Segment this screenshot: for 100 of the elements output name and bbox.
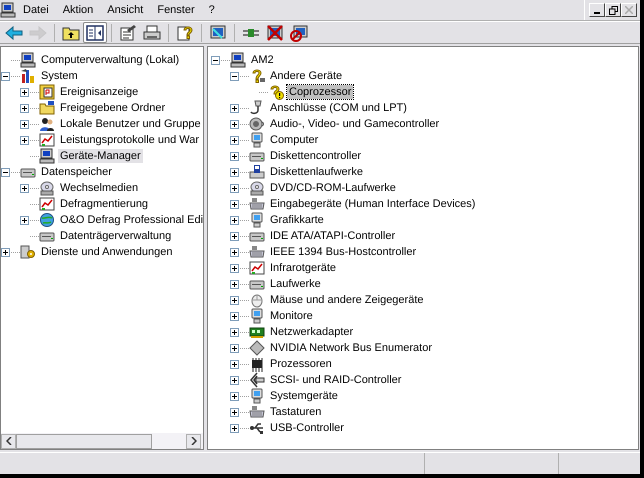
expand-box[interactable] xyxy=(1,248,10,256)
minimize-icon xyxy=(594,12,600,14)
expand-box[interactable] xyxy=(20,120,29,128)
collapse-box[interactable] xyxy=(1,72,10,80)
tree-item[interactable]: System xyxy=(39,69,80,83)
expand-box[interactable] xyxy=(20,136,29,144)
expand-box[interactable] xyxy=(230,120,239,128)
menu-item[interactable]: Ansicht xyxy=(100,1,150,19)
expand-box[interactable] xyxy=(20,216,29,224)
expand-box[interactable] xyxy=(230,200,239,208)
tree-item[interactable]: IDE ATA/ATAPI-Controller xyxy=(268,229,398,243)
expand-box[interactable] xyxy=(230,216,239,224)
expand-box[interactable] xyxy=(20,88,29,96)
tree-item[interactable]: Dienste und Anwendungen xyxy=(39,245,174,259)
menu-item[interactable]: Aktion xyxy=(56,1,100,19)
tree-item[interactable]: Lokale Benutzer und Gruppe xyxy=(58,117,203,131)
collapse-box[interactable] xyxy=(1,168,10,176)
tree-item[interactable]: Anschlüsse (COM und LPT) xyxy=(268,101,409,115)
horizontal-scrollbar[interactable] xyxy=(1,433,203,449)
help-icon xyxy=(175,24,195,42)
tree-item[interactable]: USB-Controller xyxy=(268,421,346,435)
expand-box[interactable] xyxy=(230,424,239,432)
expand-box[interactable] xyxy=(20,104,29,112)
tree-item[interactable]: Diskettencontroller xyxy=(268,149,364,163)
tree-item[interactable]: Ereignisanzeige xyxy=(58,85,140,99)
tree-item[interactable]: Laufwerke xyxy=(268,277,323,291)
tree-item[interactable]: Netzwerkadapter xyxy=(268,325,356,339)
keyboard-icon xyxy=(249,244,265,260)
expand-box[interactable] xyxy=(230,280,239,288)
tree-item[interactable]: Prozessoren xyxy=(268,357,334,371)
minimize-button[interactable] xyxy=(589,3,605,17)
remove-device-icon xyxy=(265,24,285,42)
tree-item[interactable]: NVIDIA Network Bus Enumerator xyxy=(268,341,434,355)
connector-icon xyxy=(249,372,265,388)
tree-item[interactable]: Mäuse und andere Zeigegeräte xyxy=(268,293,426,307)
tree-item[interactable]: O&O Defrag Professional Edi xyxy=(58,213,203,227)
computer-icon xyxy=(0,2,16,18)
chart-icon xyxy=(39,196,55,212)
scroll-left-button[interactable] xyxy=(1,434,16,448)
expand-box[interactable] xyxy=(230,392,239,400)
tree-item[interactable]: Geräte-Manager xyxy=(58,149,143,163)
expand-box[interactable] xyxy=(230,408,239,416)
expand-box[interactable] xyxy=(230,136,239,144)
expand-box[interactable] xyxy=(230,296,239,304)
tree-item[interactable]: Grafikkarte xyxy=(268,213,326,227)
scrollbar-thumb[interactable] xyxy=(16,434,152,448)
mouse-icon xyxy=(249,292,265,308)
tree-item[interactable]: Defragmentierung xyxy=(58,197,150,211)
chip-icon xyxy=(249,356,265,372)
expand-box[interactable] xyxy=(230,264,239,272)
tree-item[interactable]: AM2 xyxy=(249,53,276,67)
tree-item[interactable]: IEEE 1394 Bus-Hostcontroller xyxy=(268,245,418,259)
tree-item[interactable]: Datenträgerverwaltung xyxy=(58,229,174,243)
tree-item[interactable]: Audio-, Video- und Gamecontroller xyxy=(268,117,442,131)
floppy-drive-icon xyxy=(249,164,265,180)
tree-item[interactable]: Leistungsprotokolle und War xyxy=(58,133,202,147)
monitor-icon xyxy=(249,212,265,228)
keyboard-icon xyxy=(249,404,265,420)
tree-item[interactable]: SCSI- und RAID-Controller xyxy=(268,373,404,387)
tree-item[interactable]: Computer xyxy=(268,133,320,147)
expand-box[interactable] xyxy=(230,152,239,160)
tree-item[interactable]: Freigegebene Ordner xyxy=(58,101,168,115)
tree-item[interactable]: Eingabegeräte (Human Interface Devices) xyxy=(268,197,478,211)
expand-box[interactable] xyxy=(230,168,239,176)
tree-item[interactable]: Diskettenlaufwerke xyxy=(268,165,365,179)
expand-box[interactable] xyxy=(230,360,239,368)
expand-box[interactable] xyxy=(230,104,239,112)
menu-item[interactable]: ? xyxy=(202,1,222,19)
collapse-box[interactable] xyxy=(211,56,220,64)
expand-box[interactable] xyxy=(230,248,239,256)
expand-box[interactable] xyxy=(20,184,29,192)
tree-item[interactable]: Andere Geräte xyxy=(268,69,344,83)
show-tree-icon xyxy=(85,24,105,42)
expand-box[interactable] xyxy=(230,312,239,320)
tree-item[interactable]: Computerverwaltung (Lokal) xyxy=(39,53,182,67)
monitor-icon xyxy=(249,132,265,148)
restore-button[interactable] xyxy=(605,3,621,17)
tree-item[interactable]: Datenspeicher xyxy=(39,165,114,179)
expand-box[interactable] xyxy=(230,232,239,240)
users-icon xyxy=(39,116,55,132)
tree-item[interactable]: Tastaturen xyxy=(268,405,324,419)
expand-box[interactable] xyxy=(230,344,239,352)
tree-item[interactable]: Coprozessor xyxy=(287,85,354,99)
tree-item[interactable]: Monitore xyxy=(268,309,315,323)
tree-item[interactable]: DVD/CD-ROM-Laufwerke xyxy=(268,181,398,195)
scroll-right-button[interactable] xyxy=(186,434,201,448)
menu-item[interactable]: Fenster xyxy=(150,1,202,19)
collapse-box[interactable] xyxy=(230,72,239,80)
expand-box[interactable] xyxy=(230,328,239,336)
gears-icon xyxy=(20,244,36,260)
menu-item[interactable]: Datei xyxy=(16,1,56,19)
tree-item[interactable]: Infrarotgeräte xyxy=(268,261,338,275)
tools-icon xyxy=(20,68,36,84)
folder-icon xyxy=(39,100,55,116)
expand-box[interactable] xyxy=(230,376,239,384)
tree-item[interactable]: Systemgeräte xyxy=(268,389,340,403)
tree-item[interactable]: Wechselmedien xyxy=(58,181,140,195)
close-icon xyxy=(625,6,633,14)
toolbar-button[interactable] xyxy=(83,22,107,43)
expand-box[interactable] xyxy=(230,184,239,192)
